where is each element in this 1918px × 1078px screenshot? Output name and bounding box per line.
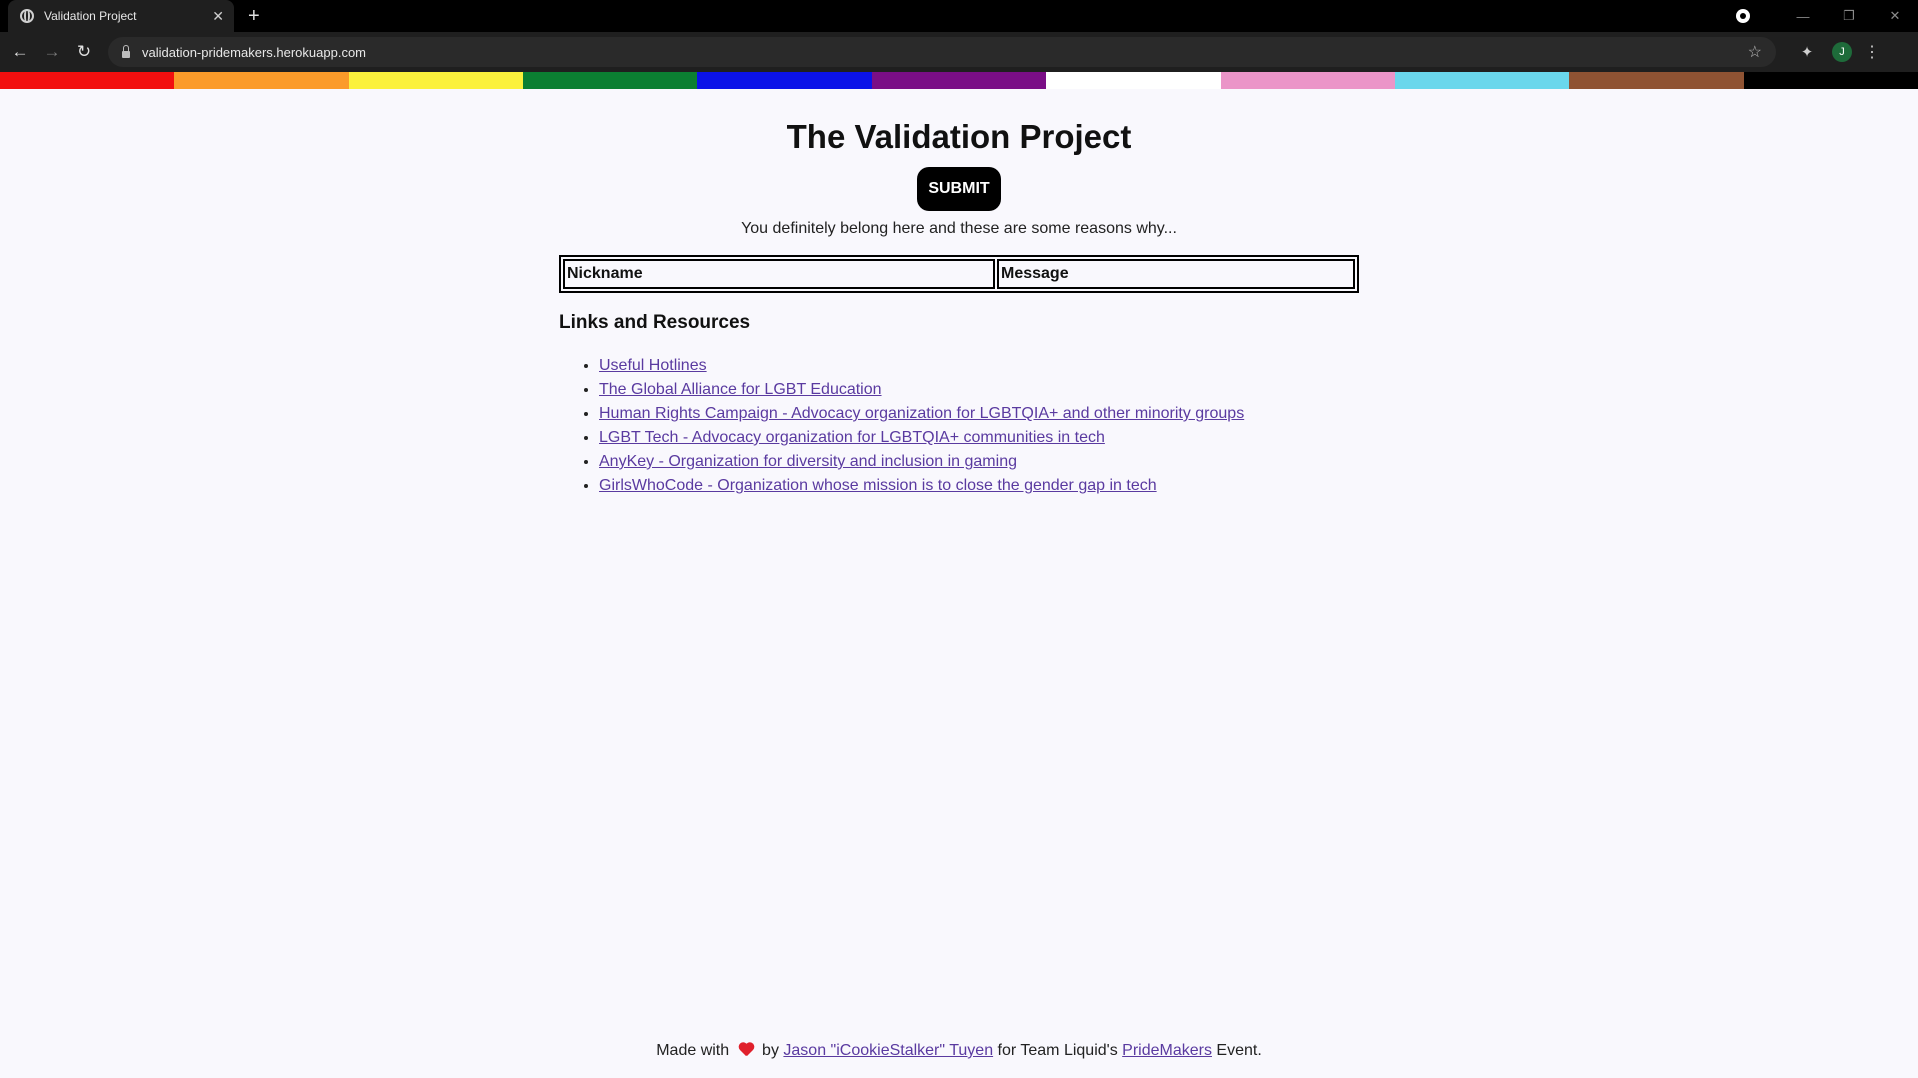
menu-kebab-icon[interactable]: ⋮ [1860,42,1884,62]
page-subtitle: You definitely belong here and these are… [741,220,1177,237]
browser-toolbar: ← → ↻ validation-pridemakers.herokuapp.c… [0,32,1918,72]
list-item: Human Rights Campaign - Advocacy organiz… [599,402,1459,426]
column-header-nickname: Nickname [563,259,995,289]
list-item: Useful Hotlines [599,354,1459,378]
rainbow-stripe [523,72,698,89]
messages-table: Nickname Message [559,255,1359,293]
link-anykey[interactable]: AnyKey - Organization for diversity and … [599,453,1017,470]
links-heading: Links and Resources [559,312,751,333]
footer-event-suffix: Event. [1216,1042,1262,1059]
profile-avatar[interactable]: J [1832,42,1852,62]
footer-made-with: Made with [656,1042,730,1059]
list-item: AnyKey - Organization for diversity and … [599,450,1459,474]
bookmark-star-icon[interactable]: ☆ [1748,42,1762,62]
url-text[interactable]: validation-pridemakers.herokuapp.com [142,45,1748,60]
link-glaad-education[interactable]: The Global Alliance for LGBT Education [599,381,882,398]
rainbow-stripe [1743,72,1918,89]
close-window-icon[interactable]: ✕ [1872,8,1918,24]
link-lgbt-tech[interactable]: LGBT Tech - Advocacy organization for LG… [599,429,1105,446]
new-tab-button[interactable]: + [248,5,260,28]
heart-icon [738,1043,754,1057]
column-header-message: Message [997,259,1355,289]
record-icon[interactable] [1736,9,1750,23]
rainbow-stripe [174,72,349,89]
submit-button[interactable]: SUBMIT [917,167,1001,211]
back-icon[interactable]: ← [4,42,36,62]
rainbow-stripe [0,72,175,89]
address-bar[interactable]: validation-pridemakers.herokuapp.com ☆ [108,37,1776,67]
rainbow-stripe [697,72,872,89]
rainbow-banner [0,72,1918,89]
links-list: Useful Hotlines The Global Alliance for … [559,354,1459,498]
lock-icon[interactable] [122,44,130,58]
restore-icon[interactable]: ❐ [1826,8,1872,24]
list-item: The Global Alliance for LGBT Education [599,378,1459,402]
rainbow-stripe [1569,72,1744,89]
page-content: The Validation Project SUBMIT You defini… [0,89,1918,494]
footer-by: by [762,1042,779,1059]
footer: Made with by Jason "iCookieStalker" Tuye… [0,1040,1918,1062]
list-item: LGBT Tech - Advocacy organization for LG… [599,426,1459,450]
rainbow-stripe [871,72,1047,89]
tab-title: Validation Project [44,9,137,23]
pridemakers-link[interactable]: PrideMakers [1122,1042,1212,1059]
author-link[interactable]: Jason "iCookieStalker" Tuyen [783,1042,993,1059]
list-item: GirlsWhoCode - Organization whose missio… [599,474,1459,498]
reload-icon[interactable]: ↻ [68,42,100,62]
tab-close-icon[interactable]: ✕ [212,9,224,23]
forward-icon[interactable]: → [36,42,68,62]
page-title: The Validation Project [786,118,1132,155]
browser-tab-bar: Validation Project ✕ + — ❐ ✕ [0,0,1918,32]
browser-tab[interactable]: Validation Project ✕ [8,0,234,32]
globe-icon [20,9,34,23]
link-human-rights-campaign[interactable]: Human Rights Campaign - Advocacy organiz… [599,405,1244,422]
rainbow-stripe [1394,72,1570,89]
footer-for-text: for Team Liquid's [997,1042,1118,1059]
links-section: Links and Resources Useful Hotlines The … [559,310,1459,498]
rainbow-stripe [348,72,524,89]
window-controls: — ❐ ✕ [1736,0,1918,32]
extensions-icon[interactable]: ✦ [1790,43,1824,61]
rainbow-stripe [1220,72,1395,89]
link-girlswhocode[interactable]: GirlsWhoCode - Organization whose missio… [599,477,1157,494]
minimize-icon[interactable]: — [1780,9,1826,24]
rainbow-stripe [1046,72,1221,89]
link-useful-hotlines[interactable]: Useful Hotlines [599,357,707,374]
